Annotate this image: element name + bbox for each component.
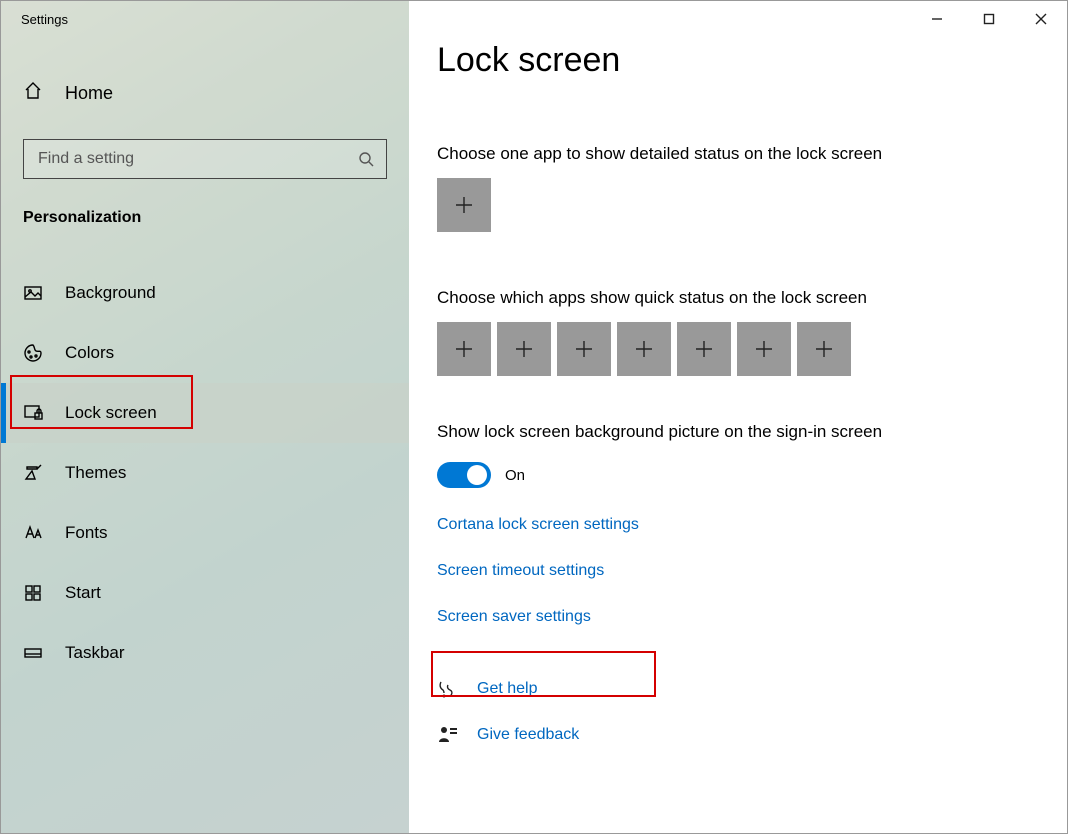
get-help-link[interactable]: Get help	[437, 678, 1067, 700]
search-icon	[358, 151, 374, 167]
home-button[interactable]: Home	[1, 65, 409, 121]
window-title: Settings	[21, 12, 68, 27]
page-title: Lock screen	[437, 41, 1067, 80]
home-label: Home	[65, 83, 113, 104]
group-label: Personalization	[23, 209, 409, 227]
quick-status-slot[interactable]	[497, 322, 551, 376]
window-title-row: Settings	[1, 1, 409, 37]
sidebar-item-lock-screen[interactable]: Lock screen	[1, 383, 409, 443]
fonts-icon	[23, 523, 43, 543]
signin-bg-toggle-state: On	[505, 467, 525, 484]
sidebar-item-label: Fonts	[65, 523, 108, 543]
sidebar-item-label: Themes	[65, 463, 126, 483]
themes-icon	[23, 463, 43, 483]
sidebar-item-themes[interactable]: Themes	[1, 443, 409, 503]
sidebar-item-label: Start	[65, 583, 101, 603]
picture-icon	[23, 283, 43, 303]
home-icon	[23, 81, 43, 106]
sidebar-item-colors[interactable]: Colors	[1, 323, 409, 383]
quick-status-slot[interactable]	[437, 322, 491, 376]
start-icon	[23, 583, 43, 603]
sidebar: Settings Home Personalization Backgr	[1, 1, 409, 833]
content-area: Lock screen Choose one app to show detai…	[409, 1, 1067, 833]
link-cortana-lock-screen[interactable]: Cortana lock screen settings	[437, 516, 639, 534]
sidebar-item-fonts[interactable]: Fonts	[1, 503, 409, 563]
taskbar-icon	[23, 643, 43, 663]
quick-status-slot[interactable]	[677, 322, 731, 376]
settings-window: Settings Home Personalization Backgr	[0, 0, 1068, 834]
get-help-label: Get help	[477, 680, 537, 698]
search-wrap	[23, 139, 387, 179]
search-box[interactable]	[23, 139, 387, 179]
sidebar-item-taskbar[interactable]: Taskbar	[1, 623, 409, 683]
minimize-button[interactable]	[911, 1, 963, 37]
detailed-status-slot[interactable]	[437, 178, 491, 232]
titlebar-buttons	[911, 1, 1067, 37]
quick-status-slot[interactable]	[737, 322, 791, 376]
quick-status-label: Choose which apps show quick status on t…	[437, 288, 1067, 308]
quick-status-slot[interactable]	[797, 322, 851, 376]
quick-status-slot[interactable]	[557, 322, 611, 376]
sidebar-item-label: Lock screen	[65, 403, 157, 423]
lock-screen-icon	[23, 403, 43, 423]
maximize-button[interactable]	[963, 1, 1015, 37]
sidebar-item-label: Taskbar	[65, 643, 125, 663]
sidebar-item-label: Background	[65, 283, 156, 303]
link-screen-timeout[interactable]: Screen timeout settings	[437, 562, 604, 580]
sidebar-item-label: Colors	[65, 343, 114, 363]
sidebar-item-start[interactable]: Start	[1, 563, 409, 623]
quick-status-slot[interactable]	[617, 322, 671, 376]
palette-icon	[23, 343, 43, 363]
nav-list: Background Colors Lock screen Themes	[1, 263, 409, 683]
search-input[interactable]	[36, 149, 358, 169]
give-feedback-label: Give feedback	[477, 726, 579, 744]
signin-bg-toggle[interactable]	[437, 462, 491, 488]
sidebar-item-background[interactable]: Background	[1, 263, 409, 323]
footer-links: Get help Give feedback	[437, 678, 1067, 746]
signin-bg-label: Show lock screen background picture on t…	[437, 422, 1067, 442]
link-screen-saver[interactable]: Screen saver settings	[437, 608, 591, 626]
give-feedback-link[interactable]: Give feedback	[437, 724, 1067, 746]
help-icon	[437, 678, 459, 700]
detailed-status-label: Choose one app to show detailed status o…	[437, 144, 1067, 164]
feedback-icon	[437, 724, 459, 746]
quick-status-slots	[437, 322, 1067, 376]
close-button[interactable]	[1015, 1, 1067, 37]
